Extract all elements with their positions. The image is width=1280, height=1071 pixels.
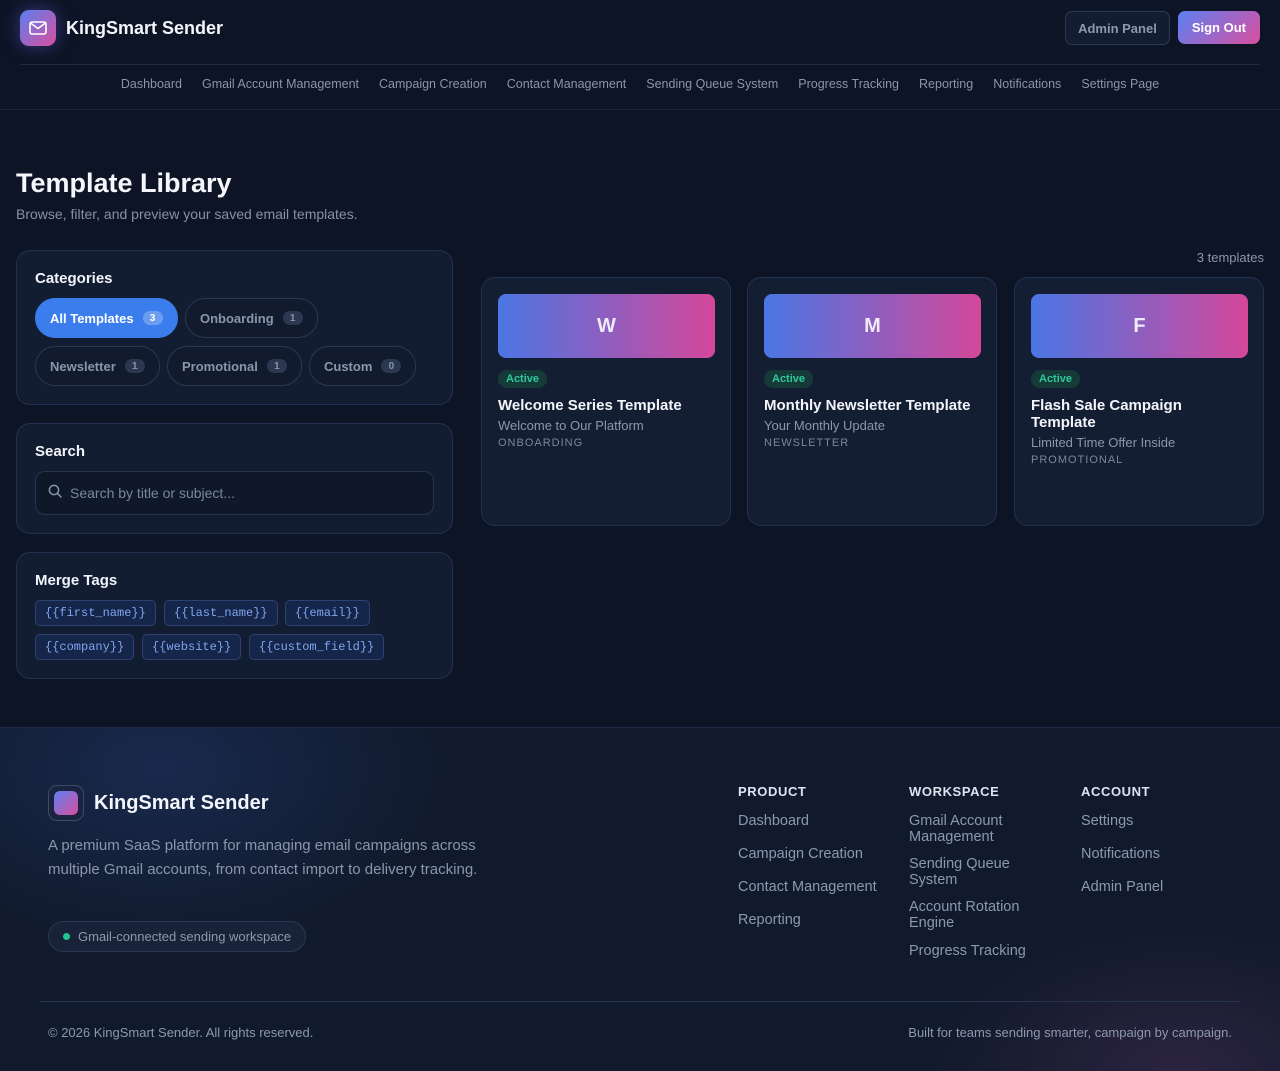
status-badge: Active: [1031, 370, 1081, 388]
footer-divider: [40, 1001, 1240, 1002]
status-badge: Active: [764, 370, 814, 388]
nav-campaign-creation[interactable]: Campaign Creation: [379, 77, 487, 91]
template-thumbnail: F: [1031, 294, 1248, 358]
search-title: Search: [35, 443, 86, 460]
footer-link-gmail-account-management[interactable]: Gmail Account Management: [909, 813, 1049, 845]
footer-link-notifications[interactable]: Notifications: [1081, 846, 1221, 862]
chip-label: Promotional: [182, 358, 258, 374]
nav-gmail-account-management[interactable]: Gmail Account Management: [202, 77, 359, 91]
merge-tag-website[interactable]: {{website}}: [142, 634, 242, 660]
chip-count: 1: [266, 359, 287, 373]
footer: KingSmart Sender A premium SaaS platform…: [0, 727, 1280, 1071]
merge-tag-last-name[interactable]: {{last_name}}: [164, 600, 278, 626]
chip-label: Custom: [324, 358, 373, 374]
nav-notifications[interactable]: Notifications: [993, 77, 1061, 91]
footer-description: A premium SaaS platform for managing ema…: [48, 837, 478, 878]
workspace-pill-label: Gmail-connected sending workspace: [78, 929, 292, 944]
merge-tags-title: Merge Tags: [35, 572, 118, 589]
footer-brand[interactable]: KingSmart Sender: [48, 785, 268, 821]
search-input[interactable]: [70, 485, 410, 501]
footer-col-title: PRODUCT: [738, 784, 807, 799]
category-chip-newsletter[interactable]: Newsletter 1: [35, 346, 160, 386]
search-panel: Search: [16, 423, 453, 534]
main-nav: Dashboard Gmail Account Management Campa…: [0, 77, 1280, 91]
template-thumbnail: M: [764, 294, 981, 358]
footer-link-settings[interactable]: Settings: [1081, 813, 1221, 829]
footer-col-workspace: WORKSPACE Gmail Account Management Sendi…: [909, 784, 1049, 959]
template-subject: Limited Time Offer Inside: [1031, 435, 1176, 450]
footer-col-title: WORKSPACE: [909, 784, 1000, 799]
nav-sending-queue-system[interactable]: Sending Queue System: [646, 77, 778, 91]
footer-link-account-rotation-engine[interactable]: Account Rotation Engine: [909, 899, 1049, 931]
category-chip-all-templates[interactable]: All Templates 3: [35, 298, 178, 338]
search-icon: [48, 484, 62, 503]
page-subtitle: Browse, filter, and preview your saved e…: [16, 206, 358, 222]
footer-link-contact-management[interactable]: Contact Management: [738, 879, 898, 895]
footer-link-admin-panel[interactable]: Admin Panel: [1081, 879, 1221, 895]
brand[interactable]: KingSmart Sender: [20, 10, 223, 46]
footer-tagline: Built for teams sending smarter, campaig…: [908, 1025, 1232, 1040]
templates-count: 3 templates: [1196, 250, 1264, 265]
footer-link-dashboard[interactable]: Dashboard: [738, 813, 898, 829]
nav-dashboard[interactable]: Dashboard: [121, 77, 182, 91]
status-dot-icon: [63, 933, 70, 940]
footer-col-title: ACCOUNT: [1081, 784, 1151, 799]
top-header: KingSmart Sender Admin Panel Sign Out Da…: [0, 0, 1280, 110]
template-category: ONBOARDING: [498, 437, 584, 449]
template-thumbnail: W: [498, 294, 715, 358]
footer-link-sending-queue-system[interactable]: Sending Queue System: [909, 856, 1049, 888]
search-box[interactable]: [35, 471, 434, 515]
template-card-welcome[interactable]: W Active Welcome Series Template Welcome…: [481, 277, 731, 526]
nav-settings-page[interactable]: Settings Page: [1081, 77, 1159, 91]
sign-out-button[interactable]: Sign Out: [1177, 11, 1260, 44]
chip-count: 0: [381, 359, 402, 373]
header-divider: [20, 64, 1260, 65]
mail-icon: [20, 10, 56, 46]
footer-logo-icon: [48, 785, 84, 821]
admin-panel-button[interactable]: Admin Panel: [1065, 11, 1170, 45]
footer-brand-name: KingSmart Sender: [94, 791, 269, 814]
chip-label: All Templates: [50, 310, 134, 326]
categories-title: Categories: [35, 270, 113, 287]
footer-link-progress-tracking[interactable]: Progress Tracking: [909, 943, 1049, 959]
category-chip-onboarding[interactable]: Onboarding 1: [185, 298, 318, 338]
template-title: Welcome Series Template: [498, 397, 682, 414]
chip-label: Newsletter: [50, 358, 116, 374]
template-card-flash-sale[interactable]: F Active Flash Sale Campaign Template Li…: [1014, 277, 1264, 526]
footer-link-reporting[interactable]: Reporting: [738, 912, 898, 928]
status-badge: Active: [498, 370, 548, 388]
chip-count: 1: [282, 311, 303, 325]
footer-col-account: ACCOUNT Settings Notifications Admin Pan…: [1081, 784, 1221, 895]
merge-tag-custom-field[interactable]: {{custom_field}}: [249, 634, 385, 660]
chip-label: Onboarding: [200, 310, 274, 326]
footer-link-campaign-creation[interactable]: Campaign Creation: [738, 846, 898, 862]
merge-tag-email[interactable]: {{email}}: [285, 600, 370, 626]
workspace-pill: Gmail-connected sending workspace: [48, 921, 307, 952]
template-title: Flash Sale Campaign Template: [1031, 397, 1182, 431]
page-title: Template Library: [16, 168, 232, 198]
merge-tags-panel: Merge Tags {{first_name}} {{last_name}} …: [16, 552, 453, 679]
chip-count: 3: [142, 311, 163, 325]
chip-count: 1: [124, 359, 145, 373]
nav-progress-tracking[interactable]: Progress Tracking: [798, 77, 899, 91]
footer-col-product: PRODUCT Dashboard Campaign Creation Cont…: [738, 784, 898, 928]
merge-tag-company[interactable]: {{company}}: [35, 634, 135, 660]
nav-reporting[interactable]: Reporting: [919, 77, 973, 91]
template-title: Monthly Newsletter Template: [764, 397, 971, 414]
category-chip-custom[interactable]: Custom 0: [309, 346, 417, 386]
template-category: PROMOTIONAL: [1031, 454, 1124, 466]
brand-name: KingSmart Sender: [66, 17, 224, 38]
merge-tag-first-name[interactable]: {{first_name}}: [35, 600, 156, 626]
template-card-newsletter[interactable]: M Active Monthly Newsletter Template You…: [747, 277, 997, 526]
categories-panel: Categories All Templates 3 Onboarding 1 …: [16, 250, 453, 405]
template-subject: Welcome to Our Platform: [498, 418, 644, 433]
nav-contact-management[interactable]: Contact Management: [507, 77, 627, 91]
template-category: NEWSLETTER: [764, 437, 850, 449]
template-subject: Your Monthly Update: [764, 418, 885, 433]
footer-copyright: © 2026 KingSmart Sender. All rights rese…: [48, 1025, 314, 1040]
category-chip-promotional[interactable]: Promotional 1: [167, 346, 302, 386]
